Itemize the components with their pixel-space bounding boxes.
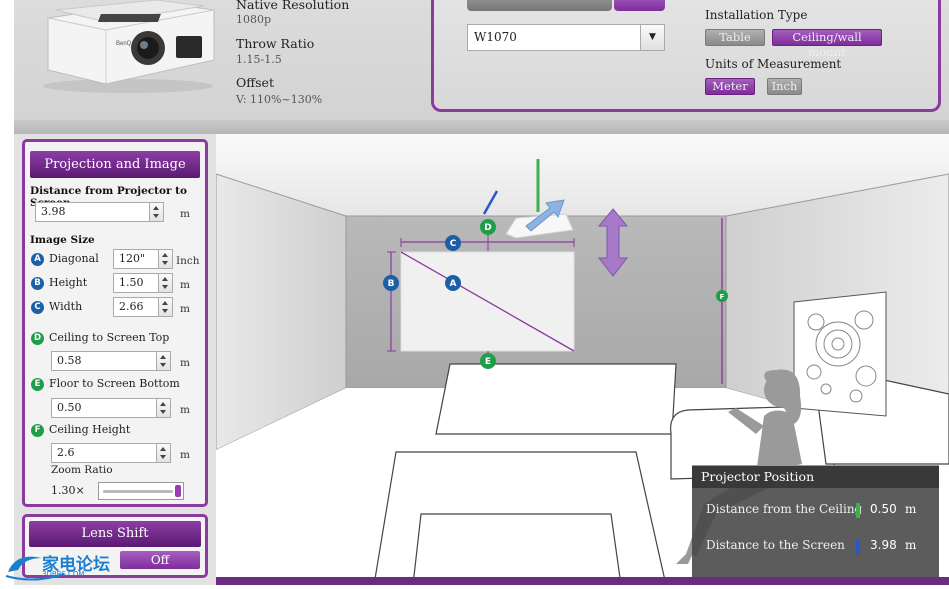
ceiling-distance-row: Distance from the Ceiling 0.50 m <box>692 499 939 521</box>
diagonal-stepper[interactable] <box>159 249 173 269</box>
offset-label: Offset <box>236 75 274 90</box>
zoom-slider[interactable] <box>98 482 184 500</box>
floor-to-bottom-stepper[interactable] <box>157 398 171 418</box>
projection-image-box: Projection and Image Distance from Proje… <box>22 139 208 507</box>
units-label: Units of Measurement <box>705 57 842 71</box>
badge-a-icon: A <box>31 253 44 266</box>
projector-position-panel: Projector Position Distance from the Cei… <box>692 465 939 585</box>
svg-text:BenQ: BenQ <box>116 41 132 47</box>
width-input[interactable]: 2.66 <box>113 297 159 317</box>
width-stepper[interactable] <box>159 297 173 317</box>
throw-ratio-label: Throw Ratio <box>236 36 315 51</box>
ceiling-to-top-unit: m <box>180 357 190 369</box>
marker-d-label: D <box>484 223 491 233</box>
diagonal-input[interactable]: 120" <box>113 249 159 269</box>
lens-shift-toggle[interactable]: Off <box>120 551 200 569</box>
ceiling-distance-unit: m <box>905 502 917 516</box>
height-stepper[interactable] <box>159 273 173 293</box>
badge-b-icon: B <box>31 277 44 290</box>
wall-artwork <box>793 291 887 417</box>
watermark-logo: 家电论坛 3DBBS.COM <box>4 548 129 582</box>
distance-stepper[interactable] <box>150 202 164 222</box>
badge-f-icon: F <box>31 424 44 437</box>
ceiling-distance-value: 0.50 <box>870 502 897 516</box>
width-unit: m <box>180 303 190 315</box>
series-tab[interactable] <box>467 0 612 11</box>
marker-c-label: C <box>450 239 457 249</box>
native-resolution-label: Native Resolution <box>236 0 350 12</box>
ceiling-to-top-stepper[interactable] <box>157 351 171 371</box>
zoom-ratio-value: 1.30× <box>51 484 85 497</box>
installation-table-button[interactable]: Table <box>705 29 765 46</box>
unit-meter-button[interactable]: Meter <box>705 78 755 95</box>
table-body <box>412 513 622 586</box>
ceiling-to-top-input[interactable]: 0.58 <box>51 351 157 371</box>
top-specs-area: BenQ Native Resolution 1080p Throw Ratio… <box>14 0 949 120</box>
height-input[interactable]: 1.50 <box>113 273 159 293</box>
diagonal-label: Diagonal <box>49 252 99 265</box>
badge-e-icon: E <box>31 378 44 391</box>
height-label: Height <box>49 276 88 289</box>
model-selection-panel: W1070 ▼ Installation Type Table Ceiling/… <box>431 0 941 112</box>
zoom-ratio-label: Zoom Ratio <box>51 464 113 476</box>
projector-image: BenQ <box>43 0 215 93</box>
ceiling-to-top-label: Ceiling to Screen Top <box>49 331 170 344</box>
lens-shift-header[interactable]: Lens Shift <box>29 521 201 547</box>
distance-input[interactable]: 3.98 <box>35 202 150 222</box>
ceiling-distance-label: Distance from the Ceiling <box>706 502 863 516</box>
badge-d-icon: D <box>31 332 44 345</box>
screen-distance-label: Distance to the Screen <box>706 538 845 552</box>
screen-distance-unit: m <box>905 538 917 552</box>
ceiling-height-input[interactable]: 2.6 <box>51 443 157 463</box>
installation-type-label: Installation Type <box>705 8 808 22</box>
ceiling-indicator-bar <box>856 503 860 518</box>
marker-a-label: A <box>450 279 457 289</box>
projection-header: Projection and Image <box>30 151 200 178</box>
chevron-down-icon[interactable]: ▼ <box>640 25 664 50</box>
bottom-accent-strip <box>216 577 949 585</box>
native-resolution-value: 1080p <box>236 13 272 26</box>
ceiling-height-label: Ceiling Height <box>49 423 131 436</box>
zoom-slider-handle[interactable] <box>175 485 181 497</box>
installation-ceiling-button[interactable]: Ceiling/wall mount <box>772 29 882 59</box>
width-label: Width <box>49 300 83 313</box>
ceiling-height-unit: m <box>180 449 190 461</box>
watermark-subtext: 3DBBS.COM <box>42 570 85 578</box>
marker-f-label: F <box>720 293 725 301</box>
zoom-slider-track <box>103 490 173 493</box>
screen-distance-value: 3.98 <box>870 538 897 552</box>
diagonal-unit: Inch <box>176 255 200 267</box>
screen-indicator-bar <box>856 539 860 554</box>
marker-e-label: E <box>485 357 491 367</box>
unit-inch-button[interactable]: Inch <box>767 78 802 95</box>
home-tab[interactable] <box>614 0 665 11</box>
marker-b-label: B <box>388 279 395 289</box>
divider-band <box>14 120 949 134</box>
throw-ratio-value: 1.15-1.5 <box>236 53 282 66</box>
offset-value: V: 110%~130% <box>236 93 323 106</box>
model-select[interactable]: W1070 ▼ <box>467 24 665 51</box>
screen-distance-row: Distance to the Screen 3.98 m <box>692 535 939 557</box>
projector-position-title: Projector Position <box>692 466 939 488</box>
floor-to-bottom-label: Floor to Screen Bottom <box>49 377 180 390</box>
height-unit: m <box>180 279 190 291</box>
image-size-label: Image Size <box>30 234 95 246</box>
table-far <box>435 363 677 435</box>
left-settings-panel: Projection and Image Distance from Proje… <box>14 134 216 585</box>
model-select-value: W1070 <box>474 30 517 44</box>
ceiling-height-stepper[interactable] <box>157 443 171 463</box>
floor-to-bottom-input[interactable]: 0.50 <box>51 398 157 418</box>
badge-c-icon: C <box>31 301 44 314</box>
floor-to-bottom-unit: m <box>180 404 190 416</box>
distance-unit: m <box>180 208 190 220</box>
